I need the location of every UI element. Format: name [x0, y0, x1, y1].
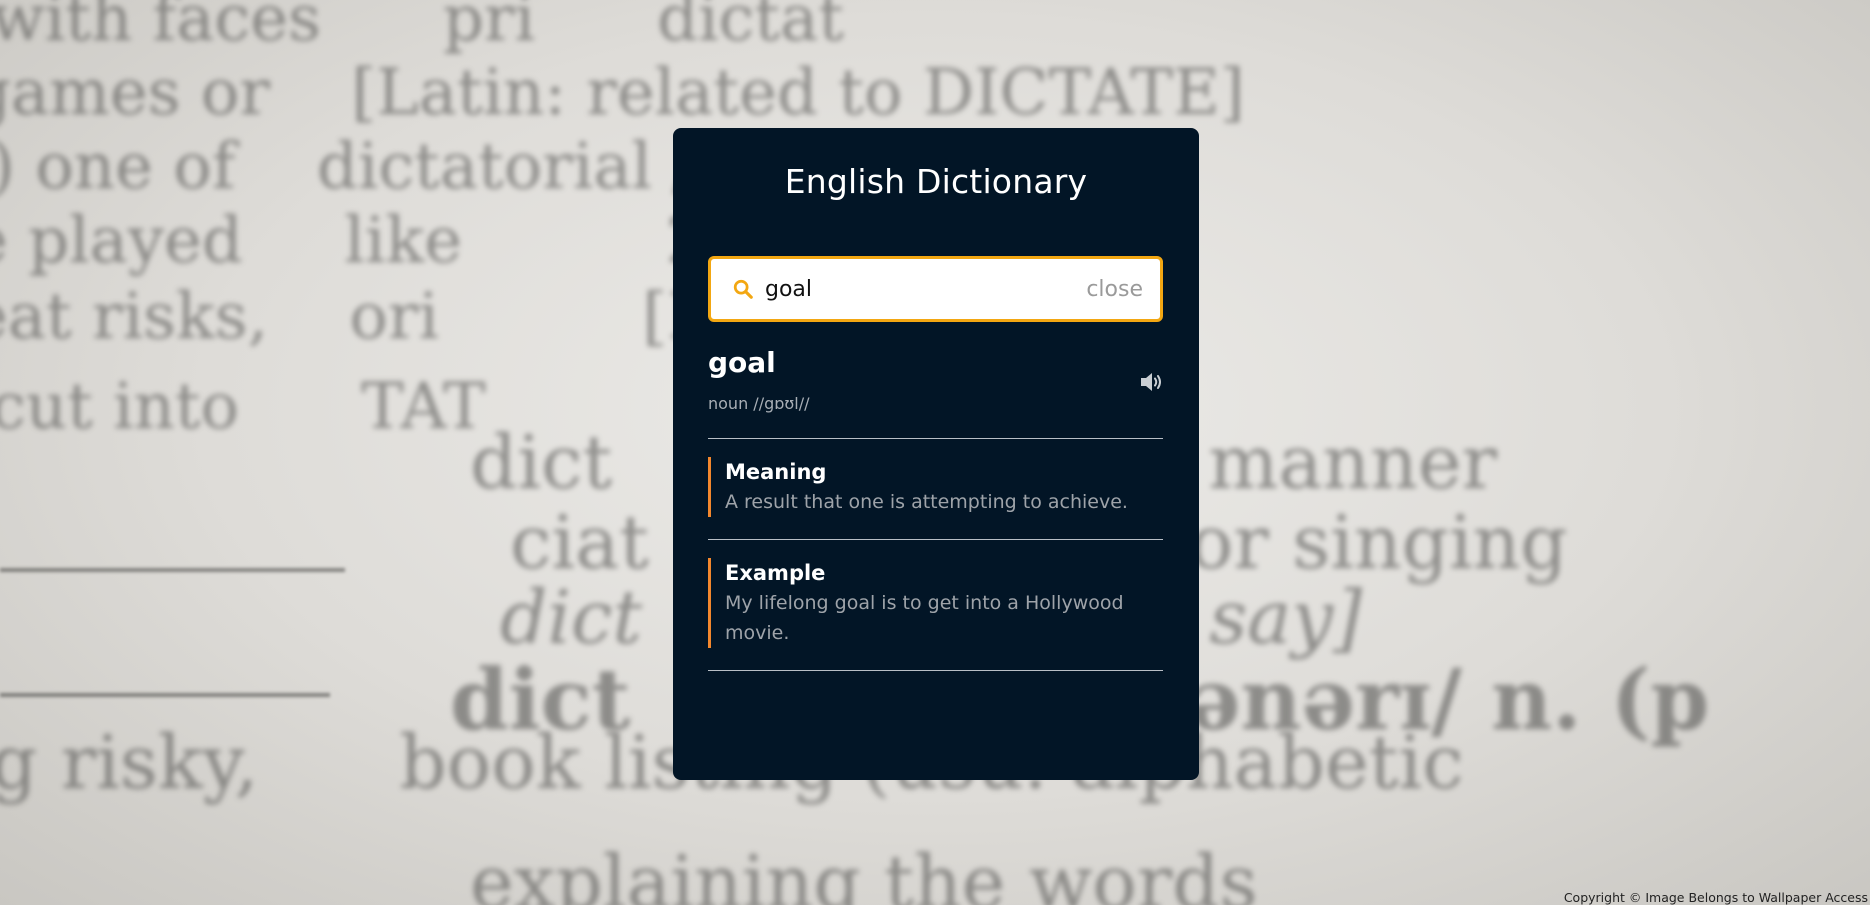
- search-icon: [731, 277, 755, 301]
- dictionary-card: English Dictionary close goal noun //gɒʊ…: [673, 128, 1199, 780]
- result-phonetic: noun //gɒʊl//: [708, 394, 810, 413]
- divider: [708, 438, 1163, 439]
- copyright-text: Copyright © Image Belongs to Wallpaper A…: [1563, 890, 1868, 905]
- app-title: English Dictionary: [784, 162, 1088, 201]
- search-input[interactable]: [765, 276, 1087, 302]
- divider: [708, 670, 1163, 671]
- meaning-text: A result that one is attempting to achie…: [725, 491, 1128, 513]
- speaker-icon[interactable]: [1138, 369, 1164, 395]
- meaning-section: Meaning A result that one is attempting …: [708, 457, 1163, 517]
- result-word: goal: [708, 346, 776, 379]
- example-text: My lifelong goal is to get into a Hollyw…: [725, 592, 1124, 644]
- meaning-label: Meaning: [725, 460, 827, 484]
- search-box[interactable]: close: [708, 256, 1163, 322]
- close-button[interactable]: close: [1086, 277, 1143, 302]
- example-section: Example My lifelong goal is to get into …: [708, 558, 1163, 648]
- example-label: Example: [725, 561, 826, 585]
- divider: [708, 539, 1163, 540]
